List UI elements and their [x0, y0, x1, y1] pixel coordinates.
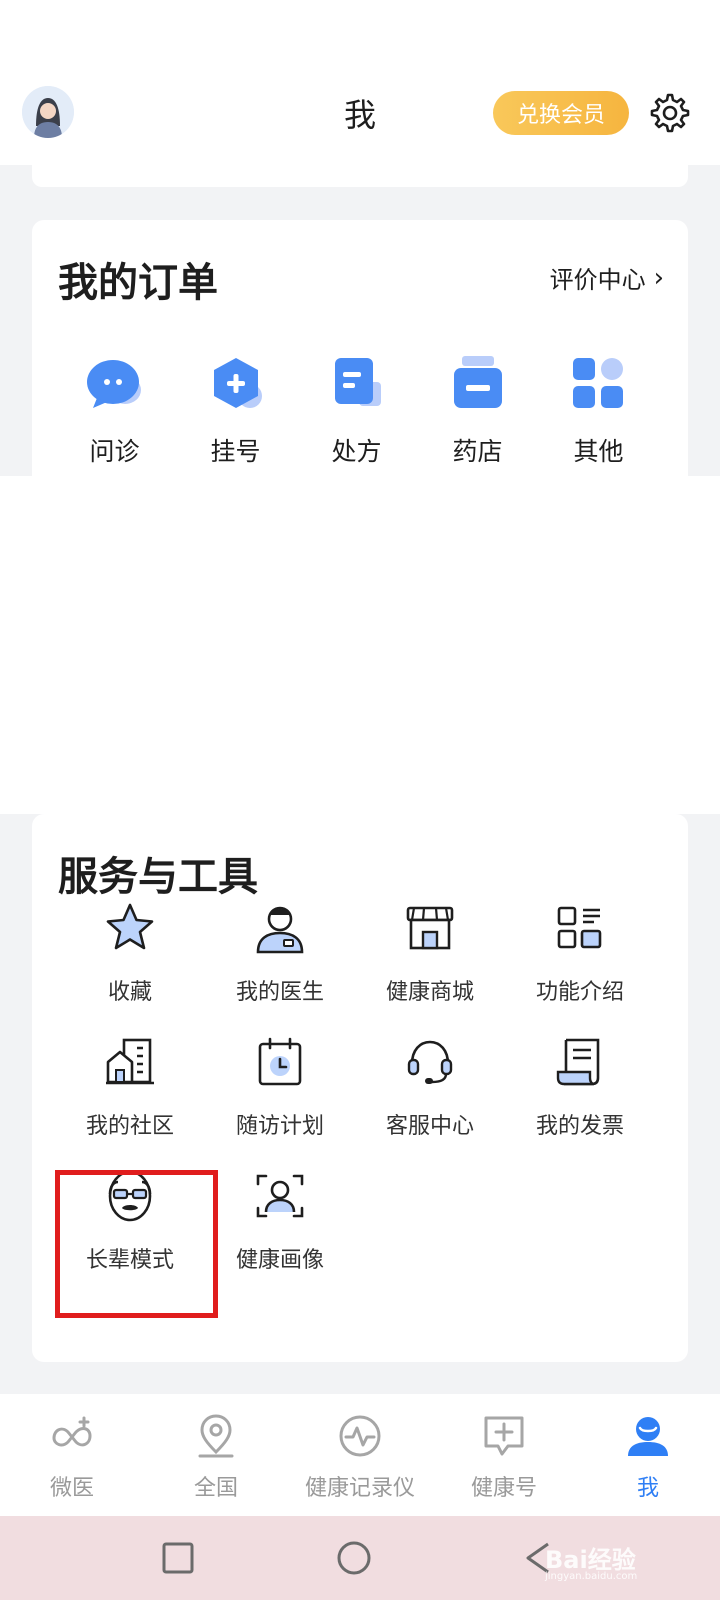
- registration-hexagon-icon: [213, 358, 262, 408]
- headset-icon: [407, 1040, 453, 1084]
- tool-label: 客服中心: [385, 1114, 474, 1139]
- tab-health-recorder[interactable]: 健康记录仪: [288, 1394, 432, 1516]
- weiyi-logo-icon: [52, 1416, 92, 1447]
- order-item-registration[interactable]: 挂号: [175, 352, 296, 468]
- tool-followup-plan[interactable]: 随访计划: [204, 1034, 356, 1140]
- tool-label: 我的社区: [85, 1114, 174, 1139]
- community-building-icon: [106, 1038, 154, 1085]
- tab-label: 全国: [193, 1476, 238, 1501]
- pharmacy-jar-icon: [453, 356, 502, 408]
- plus-message-icon: [484, 1416, 524, 1456]
- tool-feature-intro[interactable]: 功能介绍: [504, 900, 656, 1006]
- profile-card-edge: [32, 165, 688, 187]
- tool-my-community[interactable]: 我的社区: [54, 1034, 206, 1140]
- order-item-prescription[interactable]: 处方: [296, 352, 417, 468]
- tool-health-portrait[interactable]: 健康画像: [204, 1168, 356, 1274]
- chevron-right-icon: ›: [653, 262, 664, 293]
- tab-label: 微医: [49, 1476, 94, 1501]
- tool-label: 健康画像: [235, 1248, 324, 1273]
- tool-favorites[interactable]: 收藏: [54, 900, 206, 1006]
- system-nav-bar: Bai经验 jingyan.baidu.com: [0, 1516, 720, 1600]
- doctor-icon: [256, 906, 304, 954]
- highlight-box: [55, 1170, 218, 1318]
- prescription-icon: [334, 358, 381, 406]
- face-scan-icon: [256, 1174, 304, 1218]
- feature-list-icon: [557, 906, 602, 949]
- star-icon: [106, 903, 154, 950]
- tool-health-mall[interactable]: 健康商城: [354, 900, 506, 1006]
- order-label: 挂号: [210, 437, 261, 466]
- grid-icon: [572, 358, 623, 408]
- order-item-other[interactable]: 其他: [538, 352, 659, 468]
- order-item-pharmacy[interactable]: 药店: [417, 352, 538, 468]
- tool-my-invoice[interactable]: 我的发票: [504, 1034, 656, 1140]
- order-label: 药店: [452, 437, 503, 466]
- tool-label: 我的发票: [535, 1114, 624, 1139]
- profile-icon: [628, 1417, 668, 1456]
- bottom-tab-bar: 微医 全国 健康记录仪 健康号 我: [0, 1394, 720, 1516]
- gear-icon[interactable]: [650, 93, 690, 133]
- orders-title: 我的订单: [58, 260, 218, 306]
- tool-label: 随访计划: [235, 1114, 324, 1139]
- tool-label: 功能介绍: [535, 980, 624, 1005]
- location-pin-icon: [198, 1414, 234, 1458]
- home-button[interactable]: [334, 1538, 374, 1578]
- order-label: 处方: [331, 437, 382, 466]
- review-center-link[interactable]: 评价中心 ›: [550, 260, 664, 295]
- pulse-icon: [339, 1415, 381, 1457]
- tab-weiyi[interactable]: 微医: [0, 1394, 144, 1516]
- tool-customer-service[interactable]: 客服中心: [354, 1034, 506, 1140]
- order-label: 问诊: [89, 437, 140, 466]
- calendar-clock-icon: [258, 1037, 302, 1086]
- tab-label: 健康记录仪: [304, 1476, 415, 1501]
- recents-button[interactable]: [158, 1538, 198, 1578]
- watermark-sub: jingyan.baidu.com: [545, 1571, 638, 1582]
- orders-card: 我的订单 评价中心 › 问诊 挂号 处方 药店 其他: [32, 220, 688, 476]
- invoice-icon: [556, 1038, 600, 1086]
- blank-content-area: [0, 476, 720, 814]
- tools-title: 服务与工具: [58, 854, 258, 900]
- tool-my-doctor[interactable]: 我的医生: [204, 900, 356, 1006]
- tab-label: 我: [636, 1476, 659, 1501]
- tab-label: 健康号: [470, 1476, 537, 1501]
- store-icon: [406, 906, 454, 950]
- tool-label: 收藏: [107, 980, 152, 1005]
- tool-label: 我的医生: [235, 980, 324, 1005]
- tab-health-account[interactable]: 健康号: [432, 1394, 576, 1516]
- chat-bubble-icon: [86, 360, 141, 408]
- watermark: Bai经验 jingyan.baidu.com: [545, 1540, 637, 1582]
- watermark-text: Bai经验: [545, 1546, 636, 1574]
- tab-me[interactable]: 我: [576, 1394, 720, 1516]
- order-label: 其他: [573, 437, 624, 466]
- tool-label: 健康商城: [385, 980, 474, 1005]
- order-item-consult[interactable]: 问诊: [54, 352, 175, 468]
- tab-nationwide[interactable]: 全国: [144, 1394, 288, 1516]
- review-center-label: 评价中心: [549, 266, 646, 294]
- redeem-vip-button[interactable]: 兑换会员: [493, 91, 629, 135]
